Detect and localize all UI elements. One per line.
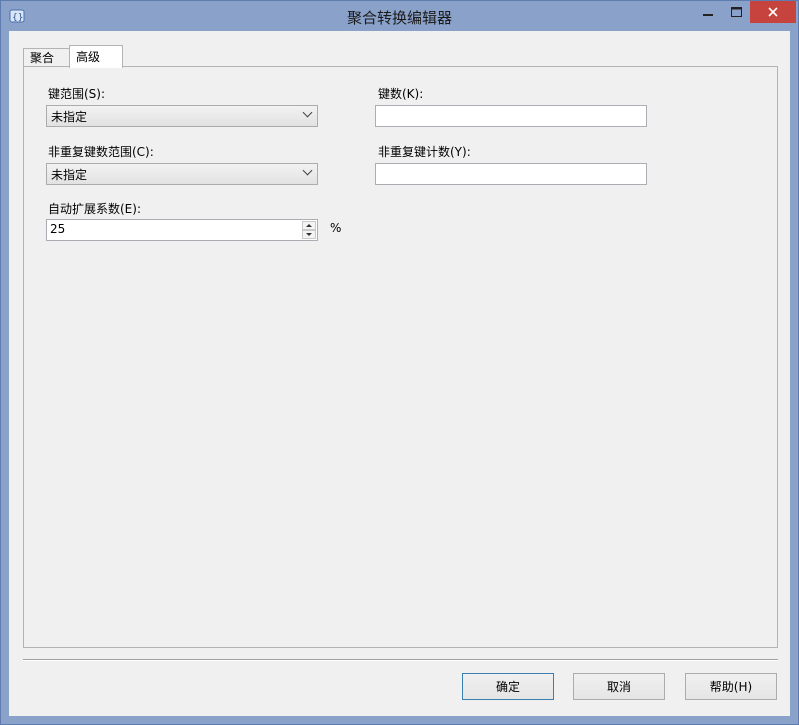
arrow-down-icon: [306, 233, 312, 236]
distinct-key-scope-value: 未指定: [51, 168, 88, 182]
auto-extend-stepper[interactable]: 25: [46, 219, 318, 241]
stepper-down-button[interactable]: [302, 230, 316, 239]
keys-label: 键数(K):: [378, 87, 424, 101]
maximize-icon: [730, 7, 742, 17]
percent-sign: %: [330, 221, 342, 235]
dialog-window: {} 聚合转换编辑器 聚合 高级 键范围(S): 未指定 键数(K): 非重复键…: [0, 0, 799, 725]
auto-extend-value: 25: [50, 222, 66, 236]
title-bar[interactable]: {} 聚合转换编辑器: [1, 1, 798, 31]
button-separator: [23, 659, 778, 661]
key-scope-select[interactable]: 未指定: [46, 105, 318, 127]
keys-input[interactable]: [375, 105, 647, 127]
arrow-up-icon: [306, 224, 312, 227]
distinct-key-count-input[interactable]: [375, 163, 647, 185]
tab-advanced[interactable]: 高级: [69, 45, 123, 68]
advanced-panel: 键范围(S): 未指定 键数(K): 非重复键数范围(C): 未指定 非重复键计…: [23, 66, 778, 648]
distinct-key-scope-label: 非重复键数范围(C):: [48, 145, 154, 159]
distinct-key-scope-select[interactable]: 未指定: [46, 163, 318, 185]
auto-extend-label: 自动扩展系数(E):: [48, 202, 141, 216]
ok-button[interactable]: 确定: [462, 673, 554, 700]
stepper-buttons: [302, 221, 316, 239]
chevron-down-icon: [302, 107, 313, 118]
minimize-button[interactable]: [694, 1, 722, 23]
distinct-key-count-label: 非重复键计数(Y):: [378, 145, 471, 159]
cancel-button[interactable]: 取消: [573, 673, 665, 700]
maximize-button[interactable]: [722, 1, 750, 23]
dialog-client-area: 聚合 高级 键范围(S): 未指定 键数(K): 非重复键数范围(C): 未指定…: [9, 31, 790, 716]
minimize-icon: [703, 14, 713, 16]
help-button[interactable]: 帮助(H): [685, 673, 777, 700]
key-scope-label: 键范围(S):: [48, 87, 106, 101]
close-icon: [768, 7, 778, 17]
tab-aggregation[interactable]: 聚合: [23, 48, 71, 68]
chevron-down-icon: [302, 165, 313, 176]
close-button[interactable]: [750, 1, 796, 23]
key-scope-value: 未指定: [51, 110, 88, 124]
stepper-up-button[interactable]: [302, 221, 316, 230]
window-title: 聚合转换编辑器: [346, 9, 452, 27]
